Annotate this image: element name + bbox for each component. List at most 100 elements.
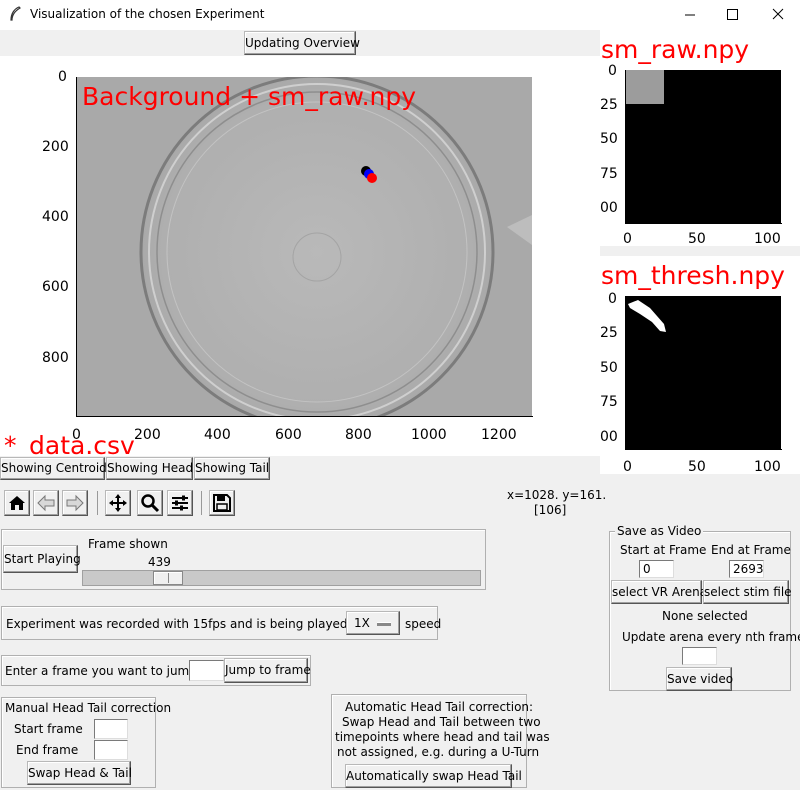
coordinates-readout: x=1028. y=161.: [507, 488, 607, 502]
main-y-tick: 800: [42, 350, 69, 366]
jump-to-frame-button[interactable]: Jump to frame: [224, 658, 311, 683]
jump-frame-input[interactable]: [189, 660, 224, 681]
manual-start-input[interactable]: [94, 719, 128, 739]
thresh-y-tick: 75: [600, 394, 618, 410]
showing-centroid-button[interactable]: Showing Centroid: [0, 457, 107, 480]
frame-slider[interactable]: [82, 570, 481, 586]
none-selected-label: None selected: [662, 609, 748, 623]
auto-text-line: not assigned, e.g. during a U-Turn: [337, 745, 540, 759]
raw-y-tick: 25: [600, 97, 618, 113]
main-plot-title: Background + sm_raw.npy: [82, 82, 417, 111]
swap-head-tail-button[interactable]: Swap Head & Tail: [27, 761, 132, 785]
raw-x-tick: 100: [754, 231, 781, 247]
thresh-x-tick: 100: [754, 459, 781, 475]
speed-suffix: speed: [405, 617, 442, 631]
speed-text: Experiment was recorded with 15fps and i…: [6, 617, 396, 631]
manual-end-input[interactable]: [94, 740, 128, 760]
select-stim-file-button[interactable]: select stim file: [703, 580, 792, 604]
updating-overview-button[interactable]: Updating Overview: [244, 31, 360, 55]
raw-y-tick: 00: [600, 200, 618, 216]
main-y-tick: 400: [42, 209, 69, 225]
minimize-icon[interactable]: [670, 0, 710, 30]
frame-shown-label: Frame shown: [88, 537, 168, 551]
thresh-plot-title: sm_thresh.npy: [601, 261, 785, 290]
window-title: Visualization of the chosen Experiment: [30, 7, 265, 21]
main-plot-figure: Background + sm_raw.npy 0 200 400 600 80…: [0, 56, 600, 456]
background-image[interactable]: [77, 77, 532, 416]
frame-slider-handle[interactable]: [153, 571, 183, 585]
showing-head-button[interactable]: Showing Head: [106, 457, 193, 480]
main-y-tick: 200: [42, 139, 69, 155]
raw-plot-figure: sm_raw.npy 0 25 50 75 00 0 50 100: [600, 30, 800, 247]
toolbar-separator: [201, 491, 202, 515]
update-arena-input[interactable]: [682, 647, 717, 665]
thresh-y-tick: 0: [608, 291, 617, 307]
auto-swap-button[interactable]: Automatically swap Head Tail: [345, 764, 522, 788]
thresh-y-tick: 50: [600, 360, 618, 376]
video-start-input[interactable]: 0: [639, 560, 674, 578]
coordinates-value: [106]: [534, 503, 567, 517]
main-y-tick: 0: [58, 69, 67, 85]
main-x-tick: 200: [134, 427, 161, 443]
manual-end-label: End frame: [16, 743, 79, 757]
save-video-button[interactable]: Save video: [666, 667, 733, 691]
thresh-x-axis: [625, 449, 782, 450]
main-x-tick: 600: [275, 427, 302, 443]
raw-image-blob: [626, 70, 664, 104]
toolbar-separator: [97, 491, 98, 515]
raw-y-axis: [625, 70, 626, 224]
configure-icon[interactable]: [167, 490, 193, 516]
video-end-input[interactable]: 2693: [729, 560, 764, 578]
raw-plot-title: sm_raw.npy: [601, 35, 750, 64]
raw-y-tick: 0: [608, 63, 617, 79]
home-icon[interactable]: [4, 490, 30, 516]
main-y-tick: 600: [42, 279, 69, 295]
maximize-icon[interactable]: [712, 0, 752, 30]
feather-icon: [8, 6, 22, 22]
save-video-title: Save as Video: [615, 524, 704, 538]
auto-text-line: Automatic Head Tail correction:: [345, 700, 534, 714]
manual-correction-title: Manual Head Tail correction: [5, 701, 172, 715]
raw-x-tick: 0: [623, 231, 632, 247]
close-icon[interactable]: [756, 0, 800, 30]
title-bar: Visualization of the chosen Experiment: [0, 0, 800, 30]
thresh-y-axis: [625, 296, 626, 450]
tail-marker: [367, 173, 377, 183]
manual-start-label: Start frame: [14, 722, 83, 736]
speed-select[interactable]: 1X: [346, 611, 400, 635]
thresh-plot-figure: sm_thresh.npy 0 25 50 75 00 0 50 100: [600, 256, 800, 475]
raw-x-tick: 50: [688, 231, 706, 247]
raw-y-tick: 50: [600, 131, 618, 147]
thresh-x-tick: 0: [623, 459, 632, 475]
start-playing-button[interactable]: Start Playing: [3, 545, 81, 573]
forward-icon[interactable]: [62, 490, 88, 516]
frame-value-label: 439: [148, 555, 171, 569]
select-vr-arena-button[interactable]: select VR Arena: [611, 580, 707, 604]
main-y-axis: [76, 77, 77, 417]
start-at-frame-label: Start at Frame: [620, 543, 707, 557]
raw-image[interactable]: [626, 70, 781, 223]
zoom-icon[interactable]: [137, 490, 163, 516]
thresh-y-tick: 25: [600, 325, 618, 341]
showing-tail-button[interactable]: Showing Tail: [194, 457, 270, 480]
dropdown-icon: [377, 622, 391, 626]
speed-selected-value: 1X: [354, 616, 370, 630]
thresh-image[interactable]: [626, 296, 781, 449]
data-plot-title: *_data.csv: [4, 431, 135, 460]
thresh-y-tick: 00: [600, 429, 618, 445]
raw-y-tick: 75: [600, 166, 618, 182]
main-x-tick: 400: [204, 427, 231, 443]
save-icon[interactable]: [209, 490, 235, 516]
raw-x-axis: [625, 223, 782, 224]
auto-text-line: timepoints where head and tail was: [335, 730, 550, 744]
main-x-axis: [76, 416, 533, 417]
update-arena-label: Update arena every nth frame: [622, 630, 800, 644]
main-x-tick: 1000: [411, 427, 447, 443]
auto-text-line: Swap Head and Tail between two: [342, 715, 541, 729]
pan-icon[interactable]: [105, 490, 131, 516]
jump-label: Enter a frame you want to jump to: [5, 664, 213, 678]
end-at-frame-label: End at Frame: [711, 543, 791, 557]
back-icon[interactable]: [33, 490, 59, 516]
thresh-x-tick: 50: [688, 459, 706, 475]
main-x-tick: 1200: [481, 427, 517, 443]
